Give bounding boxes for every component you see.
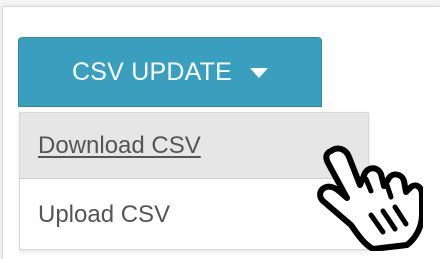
dropdown-menu: Download CSV Upload CSV bbox=[19, 112, 369, 250]
csv-update-button[interactable]: CSV UPDATE bbox=[18, 37, 322, 107]
menu-item-download-label: Download CSV bbox=[38, 131, 201, 159]
menu-item-upload-label: Upload CSV bbox=[38, 201, 171, 228]
dropdown-caret-icon bbox=[249, 68, 268, 78]
menu-item-download-csv[interactable]: Download CSV bbox=[20, 113, 368, 179]
menu-item-upload-csv[interactable]: Upload CSV bbox=[20, 182, 368, 248]
csv-update-label: CSV UPDATE bbox=[72, 57, 232, 86]
